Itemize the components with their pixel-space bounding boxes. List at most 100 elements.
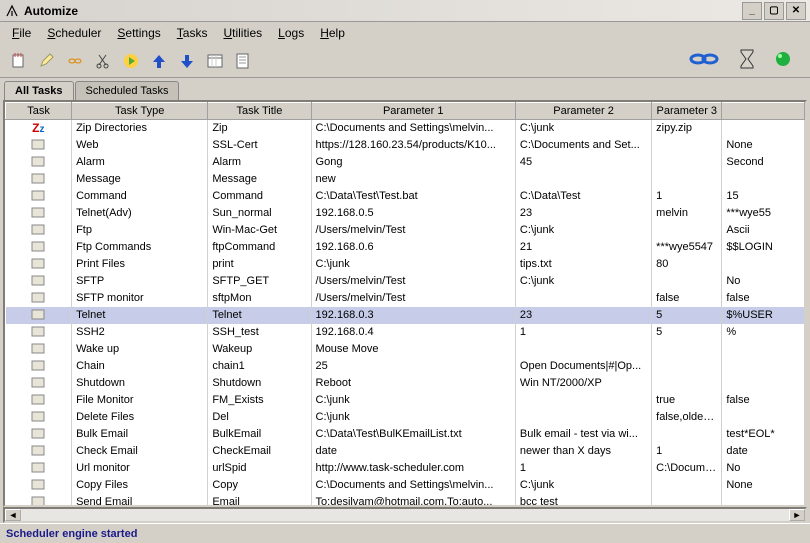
up-arrow-icon[interactable]: [146, 48, 172, 74]
cut-icon[interactable]: [90, 48, 116, 74]
table-row[interactable]: Wake upWakeupMouse Move: [6, 341, 805, 358]
table-row[interactable]: Chainchain125Open Documents|#|Op...: [6, 358, 805, 375]
col-p1[interactable]: Parameter 1: [311, 103, 515, 120]
cell-type: Wake up: [72, 341, 208, 358]
cell-p3: [652, 171, 722, 188]
task-icon: [6, 137, 72, 154]
cell-type: Message: [72, 171, 208, 188]
run-icon[interactable]: [118, 48, 144, 74]
table-row[interactable]: ShutdownShutdownRebootWin NT/2000/XP: [6, 375, 805, 392]
col-p4[interactable]: [722, 103, 805, 120]
edit-icon[interactable]: [34, 48, 60, 74]
task-icon: [6, 341, 72, 358]
cell-p4: [722, 409, 805, 426]
table-row[interactable]: FtpWin-Mac-Get/Users/melvin/TestC:\junkA…: [6, 222, 805, 239]
cell-type: Ftp Commands: [72, 239, 208, 256]
task-icon: [6, 426, 72, 443]
table-row[interactable]: TelnetTelnet192.168.0.3235$%USER: [6, 307, 805, 324]
cell-p4: 15: [722, 188, 805, 205]
scroll-right-icon[interactable]: ►: [789, 509, 805, 521]
cell-p3: C:\Docume...: [652, 460, 722, 477]
table-row[interactable]: SSH2SSH_test192.168.0.415%: [6, 324, 805, 341]
table-row[interactable]: WebSSL-Certhttps://128.160.23.54/product…: [6, 137, 805, 154]
tab-all-tasks[interactable]: All Tasks: [4, 81, 74, 100]
cell-title: Del: [208, 409, 311, 426]
cell-title: Shutdown: [208, 375, 311, 392]
table-row[interactable]: Ftp CommandsftpCommand192.168.0.621***wy…: [6, 239, 805, 256]
table-row[interactable]: File MonitorFM_ExistsC:\junktruefalse: [6, 392, 805, 409]
cell-p1: /Users/melvin/Test: [311, 290, 515, 307]
cell-p1: Mouse Move: [311, 341, 515, 358]
cell-p4: [722, 494, 805, 506]
link-icon[interactable]: [62, 48, 88, 74]
cell-p2: C:\junk: [515, 477, 651, 494]
menu-file[interactable]: File: [4, 24, 39, 42]
table-row[interactable]: Check EmailCheckEmaildatenewer than X da…: [6, 443, 805, 460]
cell-p2: 23: [515, 307, 651, 324]
table-row[interactable]: Delete FilesDelC:\junkfalse,older ...: [6, 409, 805, 426]
cell-p3: 5: [652, 324, 722, 341]
cell-p2: Win NT/2000/XP: [515, 375, 651, 392]
cell-p1: 192.168.0.6: [311, 239, 515, 256]
menu-help[interactable]: Help: [312, 24, 353, 42]
cell-p3: melvin: [652, 205, 722, 222]
table-row[interactable]: Bulk EmailBulkEmailC:\Data\Test\BulKEmai…: [6, 426, 805, 443]
cell-p2: [515, 341, 651, 358]
cell-p4: [722, 171, 805, 188]
cell-p1: /Users/melvin/Test: [311, 273, 515, 290]
maximize-button[interactable]: ▢: [764, 2, 784, 20]
table-row[interactable]: Telnet(Adv)Sun_normal192.168.0.523melvin…: [6, 205, 805, 222]
cell-type: Check Email: [72, 443, 208, 460]
cell-p1: 192.168.0.5: [311, 205, 515, 222]
cell-p3: zipy.zip: [652, 120, 722, 137]
cell-type: File Monitor: [72, 392, 208, 409]
horizontal-scrollbar[interactable]: ◄ ►: [3, 507, 807, 523]
col-task[interactable]: Task: [6, 103, 72, 120]
table-row[interactable]: CommandCommandC:\Data\Test\Test.batC:\Da…: [6, 188, 805, 205]
cell-p3: [652, 341, 722, 358]
col-p3[interactable]: Parameter 3: [652, 103, 722, 120]
table-row[interactable]: Url monitorurlSpidhttp://www.task-schedu…: [6, 460, 805, 477]
cell-p3: [652, 426, 722, 443]
down-arrow-icon[interactable]: [174, 48, 200, 74]
minimize-button[interactable]: _: [742, 2, 762, 20]
table-row[interactable]: Send EmailEmailTo:desilvam@hotmail.com,T…: [6, 494, 805, 506]
cell-title: urlSpid: [208, 460, 311, 477]
calendar-icon[interactable]: [202, 48, 228, 74]
tab-scheduled-tasks[interactable]: Scheduled Tasks: [75, 81, 180, 100]
menu-utilities[interactable]: Utilities: [215, 24, 270, 42]
cell-p1: C:\Data\Test\Test.bat: [311, 188, 515, 205]
cell-p3: [652, 358, 722, 375]
cell-p2: Bulk email - test via wi...: [515, 426, 651, 443]
cell-p3: 1: [652, 443, 722, 460]
task-table: Task Task Type Task Title Parameter 1 Pa…: [3, 100, 807, 507]
task-icon: [6, 392, 72, 409]
cell-p3: [652, 375, 722, 392]
table-row[interactable]: MessageMessagenew: [6, 171, 805, 188]
menu-logs[interactable]: Logs: [270, 24, 312, 42]
cell-p1: /Users/melvin/Test: [311, 222, 515, 239]
task-icon: [6, 409, 72, 426]
cell-p2: 1: [515, 460, 651, 477]
menu-scheduler[interactable]: Scheduler: [39, 24, 109, 42]
col-p2[interactable]: Parameter 2: [515, 103, 651, 120]
cell-p2: C:\Documents and Set...: [515, 137, 651, 154]
table-row[interactable]: ZzZip DirectoriesZipC:\Documents and Set…: [6, 120, 805, 137]
log-icon[interactable]: [230, 48, 256, 74]
scroll-left-icon[interactable]: ◄: [5, 509, 21, 521]
table-row[interactable]: AlarmAlarmGong45Second: [6, 154, 805, 171]
table-row[interactable]: Print FilesprintC:\junktips.txt80: [6, 256, 805, 273]
cell-p4: date: [722, 443, 805, 460]
new-task-icon[interactable]: [6, 48, 32, 74]
menu-tasks[interactable]: Tasks: [169, 24, 216, 42]
table-row[interactable]: SFTPSFTP_GET/Users/melvin/TestC:\junkNo: [6, 273, 805, 290]
menu-settings[interactable]: Settings: [109, 24, 168, 42]
col-title[interactable]: Task Title: [208, 103, 311, 120]
status-text: Scheduler engine started: [6, 528, 137, 540]
cell-p2: [515, 290, 651, 307]
table-row[interactable]: Copy FilesCopyC:\Documents and Settings\…: [6, 477, 805, 494]
col-type[interactable]: Task Type: [72, 103, 208, 120]
table-row[interactable]: SFTP monitorsftpMon/Users/melvin/Testfal…: [6, 290, 805, 307]
close-button[interactable]: ✕: [786, 2, 806, 20]
toolbar: [0, 44, 810, 78]
